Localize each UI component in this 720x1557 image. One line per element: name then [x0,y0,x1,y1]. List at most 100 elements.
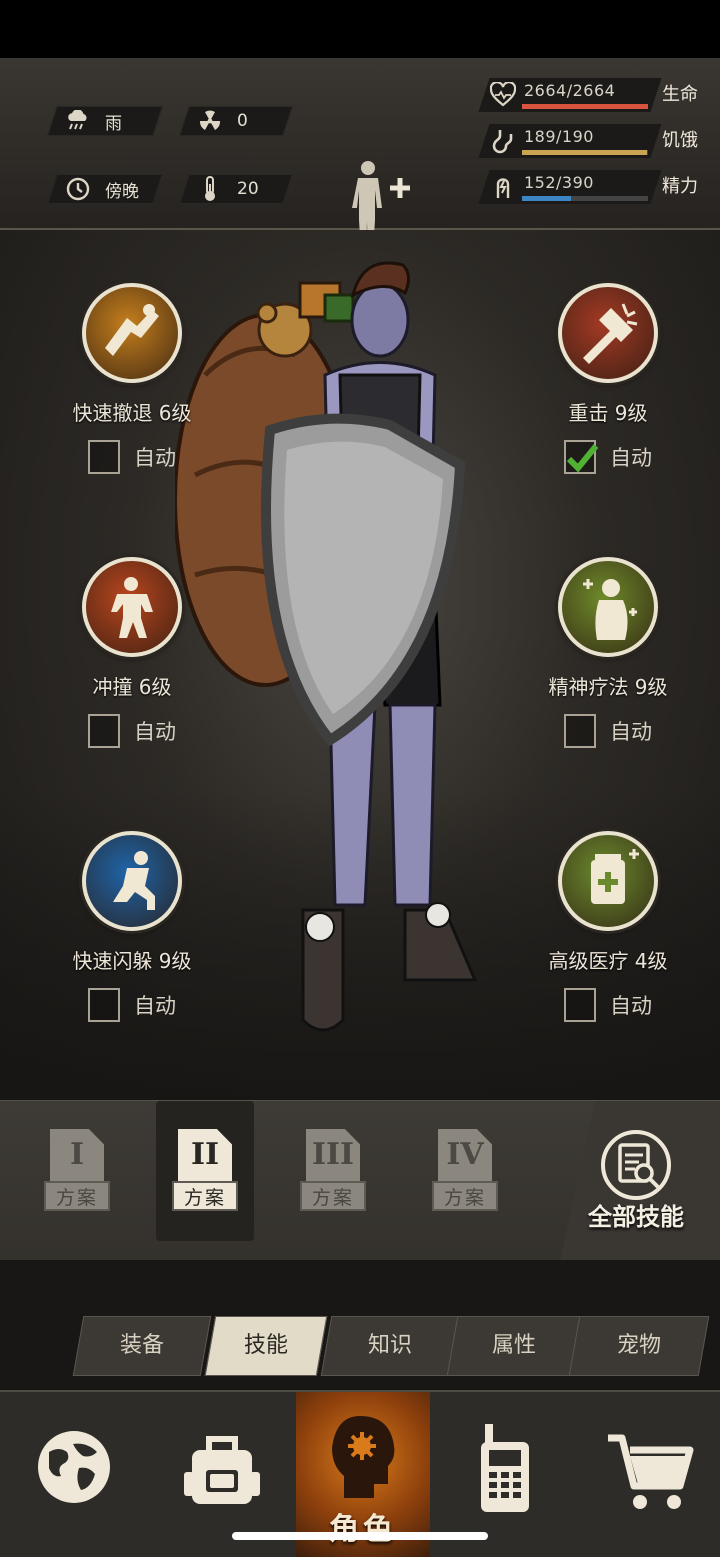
plan-3-button[interactable]: III 方案 [300,1129,368,1229]
medical-kit-icon[interactable] [558,831,658,931]
auto-toggle[interactable]: 自动 [52,988,212,1022]
top-hud: 雨 0 傍晚 20 2664/2664 生命 189/190 饥饿 152/39… [0,58,720,252]
tab-label: 知识 [367,1333,412,1358]
radiation-icon [197,109,223,133]
radiation-chip: 0 [179,106,293,136]
auto-toggle[interactable]: 自动 [52,714,212,748]
temperature-chip: 20 [179,174,293,204]
skill-name: 冲撞 6级 [92,675,172,699]
checkmark-icon [566,444,599,473]
health-bar [522,104,648,109]
globe-icon [38,1431,110,1503]
nav-shop-button[interactable] [580,1392,720,1557]
stomach-icon [490,128,516,154]
energy-stat: 152/390 精力 [478,170,706,206]
skill-heavy-strike[interactable]: 重击 9级 自动 [528,283,688,474]
clock-icon [65,177,91,201]
hunger-bar [522,150,648,155]
status-bar [0,0,720,58]
health-stat: 2664/2664 生命 [478,78,706,114]
character-tabs: 装备 技能 知识 属性 宠物 [0,1260,720,1390]
skill-quick-dodge[interactable]: 快速闪躲 9级 自动 [52,831,212,1022]
weather-label: 雨 [105,113,122,134]
hunger-stat: 189/190 饥饿 [478,124,706,160]
energy-icon [490,174,516,200]
plan-bar: I 方案 II 方案 III 方案 IV 方案 全部技能 [0,1100,720,1261]
tab-label: 宠物 [616,1333,661,1358]
radio-icon [481,1424,529,1512]
tab-attributes[interactable]: 属性 [446,1316,582,1376]
auto-toggle[interactable]: 自动 [52,440,212,474]
skill-book-search-icon [601,1130,671,1200]
tab-pets[interactable]: 宠物 [568,1316,710,1376]
energy-label: 精力 [662,176,698,197]
charge-icon[interactable] [82,557,182,657]
skill-mental-therapy[interactable]: 精神疗法 9级 自动 [528,557,688,748]
energy-bar [522,196,648,201]
health-value: 2664/2664 [524,81,616,100]
auto-label: 自动 [610,720,652,744]
skill-name: 重击 9级 [568,401,648,425]
auto-label: 自动 [134,446,176,470]
auto-label: 自动 [610,994,652,1018]
plan-numeral: II [190,1137,220,1172]
plan-numeral: III [311,1137,355,1172]
auto-checkbox[interactable] [564,714,596,748]
skill-name: 快速闪躲 9级 [72,949,192,973]
tab-label: 属性 [491,1333,536,1358]
skill-name: 精神疗法 9级 [548,675,668,699]
auto-checkbox[interactable] [88,714,120,748]
time-label: 傍晚 [105,181,139,202]
auto-toggle[interactable]: 自动 [528,714,688,748]
auto-checkbox[interactable] [564,440,599,474]
tab-equipment[interactable]: 装备 [72,1316,212,1376]
hunger-value: 189/190 [524,127,594,146]
skill-name: 快速撤退 6级 [72,401,192,425]
auto-checkbox[interactable] [564,988,596,1022]
auto-toggle[interactable]: 自动 [528,440,688,474]
plan-label: 方案 [44,1181,110,1211]
retreat-icon[interactable] [82,283,182,383]
character-illustration [173,255,485,1045]
auto-label: 自动 [134,994,176,1018]
plan-label: 方案 [432,1181,498,1211]
tab-skills[interactable]: 技能 [204,1316,328,1376]
health-label: 生命 [662,84,698,105]
plan-4-button[interactable]: IV 方案 [432,1129,500,1229]
auto-checkbox[interactable] [88,988,120,1022]
auto-toggle[interactable]: 自动 [528,988,688,1022]
plan-label: 方案 [172,1181,238,1211]
tab-label: 装备 [119,1333,164,1358]
energy-value: 152/390 [524,173,594,192]
cart-icon [608,1434,694,1509]
rain-cloud-icon [65,109,91,133]
all-skills-button[interactable]: 全部技能 [560,1101,720,1261]
home-indicator[interactable] [232,1532,488,1540]
time-chip: 傍晚 [47,174,163,204]
auto-label: 自动 [610,446,652,470]
skill-quick-retreat[interactable]: 快速撤退 6级 自动 [52,283,212,474]
plan-numeral: I [69,1137,85,1172]
thermometer-icon [197,176,223,201]
plan-label: 方案 [300,1181,366,1211]
temperature-value: 20 [237,179,259,199]
plan-numeral: IV [446,1137,484,1172]
plan-1-button[interactable]: I 方案 [44,1129,112,1229]
nav-map-button[interactable] [0,1392,148,1557]
character-head-icon [332,1416,395,1498]
all-skills-label: 全部技能 [588,1203,684,1231]
backpack-icon [184,1436,260,1504]
plan-2-button[interactable]: II 方案 [172,1129,240,1229]
radiation-value: 0 [237,111,248,131]
dodge-icon[interactable] [82,831,182,931]
hunger-label: 饥饿 [662,130,698,151]
auto-checkbox[interactable] [88,440,120,474]
nav-character-label: 角色 [329,1512,397,1547]
mental-therapy-icon[interactable] [558,557,658,657]
tab-knowledge[interactable]: 知识 [320,1316,460,1376]
skill-charge[interactable]: 冲撞 6级 自动 [52,557,212,748]
heart-icon [489,81,517,108]
heavy-strike-icon[interactable] [558,283,658,383]
skill-advanced-medical[interactable]: 高级医疗 4级 自动 [528,831,688,1022]
weather-chip: 雨 [47,106,163,136]
